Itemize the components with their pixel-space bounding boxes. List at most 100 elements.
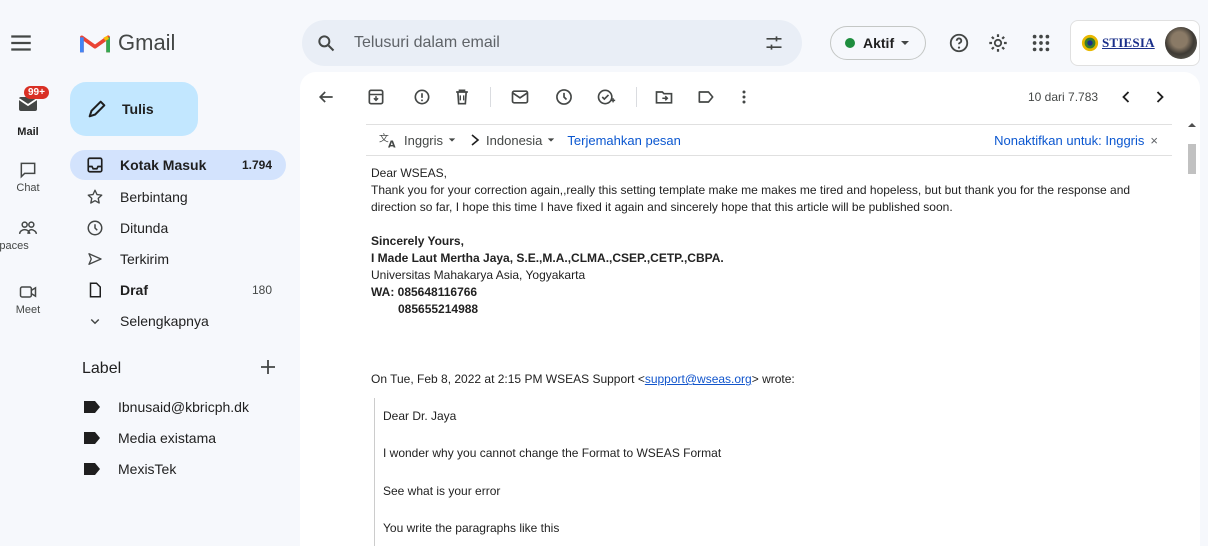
translate-bar: 文A Inggris Indonesia Terjemahkan pesan N… [366,124,1172,156]
spaces-icon [18,221,38,234]
status-label: Aktif [863,35,895,51]
search-bar[interactable]: Telusuri dalam email [302,20,802,66]
signature-org: Universitas Mahakarya Asia, Yogyakarta [371,268,586,282]
help-icon[interactable] [948,32,970,54]
scrollbar[interactable] [1186,120,1198,546]
email-body: Dear WSEAS, Thank you for your correctio… [371,165,1181,318]
unread-badge: 99+ [24,86,49,99]
toolbar-divider [490,87,491,107]
brand-emblem-icon [1081,34,1099,52]
sidebar-label: Kotak Masuk [120,157,207,173]
unread-count: 1.794 [241,158,272,172]
brand-logo: STIESIA [1081,34,1155,52]
rail-label-mail: Mail [17,126,39,138]
label-name: Ibnusaid@kbricph.dk [118,399,249,415]
rail-item-meet[interactable]: Meet [0,282,56,316]
quote-attribution-text: On Tue, Feb 8, 2022 at 2:15 PM WSEAS Sup… [371,372,645,386]
rail-item-chat[interactable]: Chat [0,160,56,194]
quoted-line: See what is your error [383,484,501,498]
account-switcher[interactable]: STIESIA [1070,20,1200,66]
arrow-right-icon [471,134,480,146]
quoted-line: I wonder why you cannot change the Forma… [383,446,722,460]
apps-grid-icon[interactable] [1030,32,1052,54]
signature-phone: 085655214988 [398,302,479,316]
source-language-dropdown[interactable]: Inggris [404,133,443,148]
compose-button[interactable]: Tulis [70,82,198,136]
search-icon[interactable] [316,33,336,53]
label-tag-icon [84,401,100,413]
archive-icon[interactable] [366,87,386,107]
status-dropdown[interactable]: Aktif [830,26,926,60]
label-name: MexisTek [118,461,177,477]
quoted-line: You write the paragraphs like this [383,521,560,535]
snooze-clock-icon[interactable] [554,87,574,107]
label-item[interactable]: MexisTek [82,456,282,482]
send-icon [88,253,102,265]
label-name: Media existama [118,430,217,446]
move-to-icon[interactable] [654,87,674,107]
target-language-dropdown[interactable]: Indonesia [486,133,542,148]
sidebar-item-more[interactable]: Selengkapnya [70,306,286,336]
signature-name: I Made Laut Mertha Jaya, S.E.,M.A.,CLMA.… [371,251,724,265]
draft-icon [89,282,101,298]
report-spam-icon[interactable] [412,87,432,107]
chevron-down-icon [90,318,100,325]
close-translate-button[interactable]: × [1150,133,1158,148]
star-icon [87,189,103,204]
scrollbar-thumb[interactable] [1188,144,1196,174]
mark-unread-icon[interactable] [510,87,530,107]
add-label-icon[interactable] [258,357,278,377]
scroll-up-arrow-icon[interactable] [1187,120,1197,130]
svg-text:A: A [388,139,396,149]
status-dot-icon [845,38,855,48]
search-input[interactable]: Telusuri dalam email [354,34,764,52]
add-to-tasks-icon[interactable] [596,87,616,107]
quote-attribution-text: > wrote: [751,372,795,386]
settings-gear-icon[interactable] [987,32,1009,54]
gmail-m-icon [80,35,110,53]
chevron-right-icon[interactable] [1150,87,1170,107]
translate-message-link[interactable]: Terjemahkan pesan [567,133,680,148]
label-item[interactable]: Media existama [82,425,282,451]
brand-text: STIESIA [1102,35,1155,50]
translate-icon: 文A [379,132,396,149]
app-name: Gmail [118,30,176,55]
quoted-line: Dear Dr. Jaya [383,409,457,423]
sidebar-label: Draf [120,282,149,298]
label-item[interactable]: Ibnusaid@kbricph.dk [82,394,282,420]
menu-icon [11,35,31,51]
sidebar-item-drafts[interactable]: Draf 180 [70,275,286,305]
label-as-icon[interactable] [696,87,716,107]
meet-icon [19,286,37,298]
trash-icon[interactable] [452,87,472,107]
back-arrow-icon[interactable] [316,87,336,107]
caret-down-icon [901,41,910,45]
sender-email-link[interactable]: support@wseas.org [645,372,752,386]
sidebar-label: Berbintang [120,189,188,205]
quote-border [374,398,378,546]
more-vert-icon[interactable] [734,87,754,107]
rail-item-mail[interactable]: 99+ Mail [0,86,56,138]
sidebar-item-sent[interactable]: Terkirim [70,244,286,274]
signature-phone: WA: 085648116766 [371,285,478,299]
toolbar-divider [636,87,637,107]
main-menu-button[interactable] [8,30,34,56]
gmail-logo[interactable]: Gmail [80,30,175,56]
signature-closing: Sincerely Yours, [371,234,464,248]
quote-attribution: On Tue, Feb 8, 2022 at 2:15 PM WSEAS Sup… [371,372,795,386]
rail-item-spaces[interactable]: Spaces [0,218,56,252]
body-text: Thank you for your correction again,,rea… [371,183,1131,197]
avatar[interactable] [1164,27,1197,59]
sidebar-item-inbox[interactable]: Kotak Masuk 1.794 [70,150,286,180]
chevron-left-icon[interactable] [1116,87,1136,107]
labels-heading: Label [82,360,122,377]
pagination-text: 10 dari 7.783 [1028,90,1099,104]
sidebar-label: Ditunda [120,220,169,236]
draft-count: 180 [251,283,272,297]
sidebar-item-snoozed[interactable]: Ditunda [70,213,286,243]
search-options-icon[interactable] [764,33,784,53]
disable-translation-link[interactable]: Nonaktifkan untuk: Inggris [994,133,1144,148]
pencil-icon [88,100,106,118]
sidebar-label: Selengkapnya [120,313,209,329]
sidebar-item-starred[interactable]: Berbintang [70,182,286,212]
